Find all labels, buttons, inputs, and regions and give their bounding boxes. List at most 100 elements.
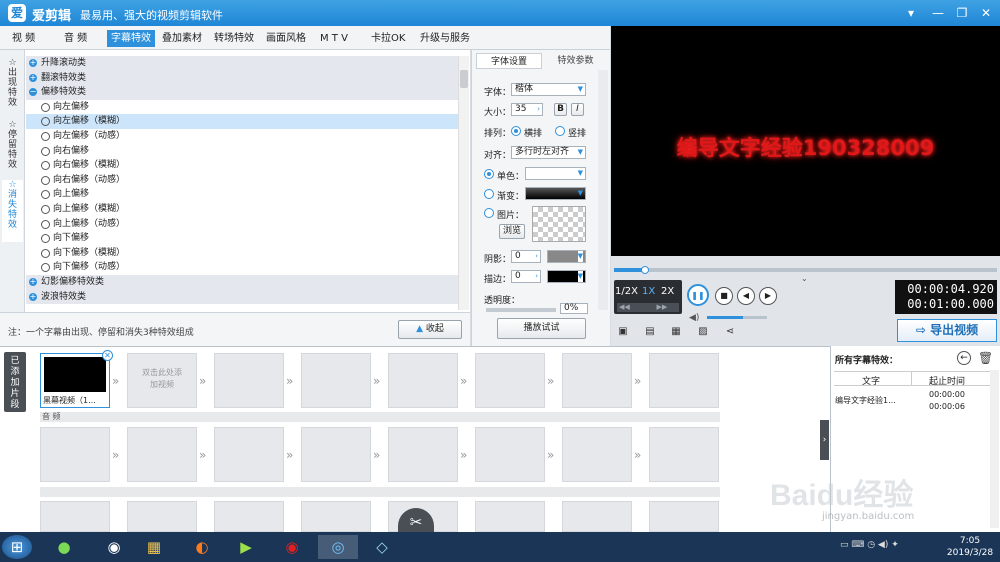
gradient-radio[interactable]: [484, 189, 494, 199]
open-project-icon[interactable]: ▤: [643, 326, 657, 338]
save-project-icon[interactable]: ▦: [669, 326, 683, 338]
media-player-icon[interactable]: ▶: [228, 535, 264, 559]
clip-black-video[interactable]: 黑幕视频（1... ✕: [40, 350, 113, 408]
browse-button[interactable]: 浏览: [499, 224, 525, 239]
effect-item[interactable]: 向左偏移（动感）: [26, 129, 458, 144]
previous-button[interactable]: ◀: [737, 287, 755, 305]
font-panel-scrollbar[interactable]: [598, 70, 608, 310]
start-button[interactable]: ⊞: [2, 535, 32, 559]
clip-slot[interactable]: [649, 427, 719, 482]
shadow-input[interactable]: 0 ›: [511, 250, 541, 263]
clip-slot[interactable]: [214, 427, 284, 482]
bold-button[interactable]: B: [554, 103, 567, 116]
volume-icon[interactable]: ◀): [689, 313, 699, 323]
clip-slot[interactable]: [388, 427, 458, 482]
clip-slot[interactable]: [649, 353, 719, 408]
effect-list-scrollbar[interactable]: [458, 56, 469, 310]
menu-video[interactable]: 视 频: [8, 30, 39, 47]
size-input[interactable]: 35 ›: [511, 103, 543, 116]
export-video-button[interactable]: ⇨ 导出视频: [897, 319, 997, 342]
scrollbar-thumb[interactable]: [460, 70, 468, 88]
progress-handle[interactable]: [640, 266, 649, 274]
stroke-color-picker[interactable]: ▼: [547, 270, 586, 283]
notes-icon[interactable]: ◇: [364, 535, 400, 559]
menu-dropdown-icon[interactable]: ▾: [900, 3, 922, 23]
collapse-button[interactable]: ▲ 收起: [398, 320, 462, 339]
minimize-button[interactable]: —: [927, 3, 949, 23]
firefox-icon[interactable]: ◐: [184, 535, 220, 559]
video-preview[interactable]: 编导文字经验190328009: [611, 26, 1000, 256]
menu-subtitle-effects[interactable]: 字幕特效: [107, 30, 155, 47]
effect-item[interactable]: 向右偏移: [26, 144, 458, 159]
close-button[interactable]: ✕: [975, 3, 997, 23]
menu-mtv[interactable]: M T V: [316, 30, 352, 47]
speed-2x[interactable]: 2X: [661, 286, 674, 297]
remove-clip-icon[interactable]: ✕: [102, 350, 113, 361]
vertical-radio[interactable]: [555, 126, 565, 136]
menu-overlay[interactable]: 叠加素材: [158, 30, 206, 47]
play-test-button[interactable]: 播放试试: [497, 318, 586, 339]
clip-slot[interactable]: [214, 501, 284, 532]
qq-icon[interactable]: ◉: [96, 535, 132, 559]
add-video-slot[interactable]: 双击此处添加视频: [127, 353, 197, 408]
chevron-down-icon[interactable]: ⌄: [801, 274, 808, 283]
effect-item[interactable]: 向左偏移（模糊）: [26, 114, 458, 129]
subtitle-row[interactable]: 编导文字经验1... 00:00:00 00:00:06: [834, 389, 996, 415]
clip-slot[interactable]: [301, 353, 371, 408]
clip-slot[interactable]: [649, 501, 719, 532]
clip-slot[interactable]: [301, 501, 371, 532]
clip-slot[interactable]: [475, 353, 545, 408]
gradient-picker[interactable]: ▼: [525, 187, 586, 200]
tab-disappear[interactable]: ☆ 消失特效: [2, 180, 23, 242]
tab-appear[interactable]: ☆ 出现特效: [2, 58, 23, 116]
effect-item[interactable]: 向上偏移（模糊）: [26, 202, 458, 217]
clip-slot[interactable]: [388, 353, 458, 408]
clip-slot[interactable]: [127, 427, 197, 482]
effect-item[interactable]: 向下偏移（模糊）: [26, 246, 458, 261]
opacity-value[interactable]: 0%: [560, 303, 588, 314]
menu-transition[interactable]: 转场特效: [210, 30, 258, 47]
aijianji-taskbar-icon[interactable]: ◎: [318, 535, 358, 559]
clock[interactable]: 7:05 2019/3/28: [944, 535, 996, 559]
clip-slot[interactable]: [475, 427, 545, 482]
clip-slot[interactable]: [301, 427, 371, 482]
next-button[interactable]: ▶: [759, 287, 777, 305]
effect-category[interactable]: + 升降滚动类: [26, 56, 458, 71]
solid-color-picker[interactable]: ▼: [525, 167, 586, 180]
clip-slot[interactable]: [127, 501, 197, 532]
speed-half[interactable]: 1/2X: [615, 286, 638, 297]
horizontal-radio[interactable]: [511, 126, 521, 136]
pause-button[interactable]: ❚❚: [687, 284, 709, 306]
volume-slider[interactable]: [707, 316, 767, 319]
menu-karaoke[interactable]: 卡拉OK: [367, 30, 409, 47]
maximize-button[interactable]: ❐: [951, 3, 973, 23]
effect-item[interactable]: 向下偏移（动感）: [26, 260, 458, 275]
tab-stay[interactable]: ☆ 停留特效: [2, 120, 23, 178]
effect-item[interactable]: 向下偏移: [26, 231, 458, 246]
tab-effect-params[interactable]: 特效参数: [544, 53, 607, 69]
progress-bar[interactable]: [614, 268, 997, 272]
solid-color-radio[interactable]: [484, 169, 494, 179]
effect-category[interactable]: + 翻滚特效类: [26, 70, 458, 86]
speed-1x[interactable]: 1X: [642, 286, 655, 297]
frame-step-bar[interactable]: ◀◀ ▶▶: [617, 303, 679, 312]
clip-slot[interactable]: [40, 427, 110, 482]
delete-icon[interactable]: 🗑: [978, 351, 993, 365]
shadow-color-picker[interactable]: ▼: [547, 250, 586, 263]
subtitle-list-scrollbar[interactable]: [990, 370, 999, 528]
collapse-right-icon[interactable]: ›: [820, 420, 829, 460]
clip-slot[interactable]: [214, 353, 284, 408]
clip-slot[interactable]: [40, 501, 110, 532]
effect-item[interactable]: 向上偏移: [26, 187, 458, 202]
menu-audio[interactable]: 音 频: [60, 30, 91, 47]
italic-button[interactable]: I: [571, 103, 584, 116]
stroke-input[interactable]: 0 ›: [511, 270, 541, 283]
browser-icon[interactable]: ●: [46, 535, 82, 559]
tray-icons[interactable]: ▭ ⌨ ◷ ◀) ✦: [840, 540, 899, 550]
opacity-slider[interactable]: [486, 308, 556, 312]
stop-button[interactable]: ■: [715, 287, 733, 305]
effect-item[interactable]: 向右偏移（动感）: [26, 173, 458, 188]
clip-slot[interactable]: [562, 501, 632, 532]
clip-slot[interactable]: [475, 501, 545, 532]
effect-item[interactable]: 向左偏移: [26, 100, 458, 115]
